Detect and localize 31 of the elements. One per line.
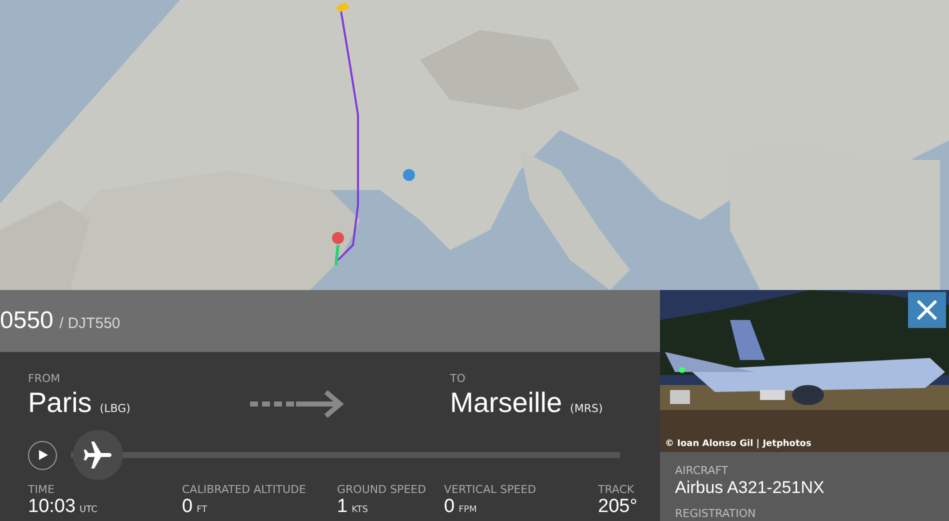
- play-icon: [36, 449, 48, 461]
- flight-number: 0550: [0, 307, 54, 335]
- origin-city: Paris: [28, 387, 92, 419]
- stat-unit: FPM: [458, 505, 477, 515]
- stat-label: CALIBRATED ALTITUDE: [182, 483, 307, 496]
- stat-unit: UTC: [80, 505, 98, 515]
- callsign: / DJT550: [59, 314, 120, 332]
- stat-label: TRACK: [598, 483, 636, 496]
- close-button[interactable]: [908, 292, 946, 328]
- photo-credit: © Ioan Alonso Gil | Jetphotos: [665, 439, 812, 449]
- destination-code: (MRS): [570, 402, 603, 415]
- aircraft-type: Airbus A321-251NX: [675, 478, 826, 498]
- close-icon: [916, 299, 938, 321]
- stat-value: 0: [182, 496, 193, 518]
- stat-value: 0: [444, 496, 455, 518]
- stat-value: 10:03: [28, 496, 76, 518]
- stat-value: 205°: [598, 496, 638, 518]
- stat-unit: KTS: [352, 505, 368, 515]
- stat-label: TIME: [28, 483, 56, 496]
- destination-city: Marseille: [450, 387, 562, 419]
- stat-label: VERTICAL SPEED: [444, 483, 538, 496]
- arrow-icon: [250, 389, 346, 419]
- stat-unit: FT: [196, 505, 208, 515]
- stat-label: GROUND SPEED: [337, 483, 428, 496]
- to-label: TO: [450, 372, 466, 385]
- aircraft-label: AIRCRAFT: [675, 464, 730, 477]
- registration-label: REGISTRATION: [675, 507, 757, 520]
- from-label: FROM: [28, 372, 62, 385]
- play-button[interactable]: [28, 440, 57, 470]
- stat-value: 1: [337, 496, 348, 518]
- origin-code: (LBG): [100, 402, 130, 415]
